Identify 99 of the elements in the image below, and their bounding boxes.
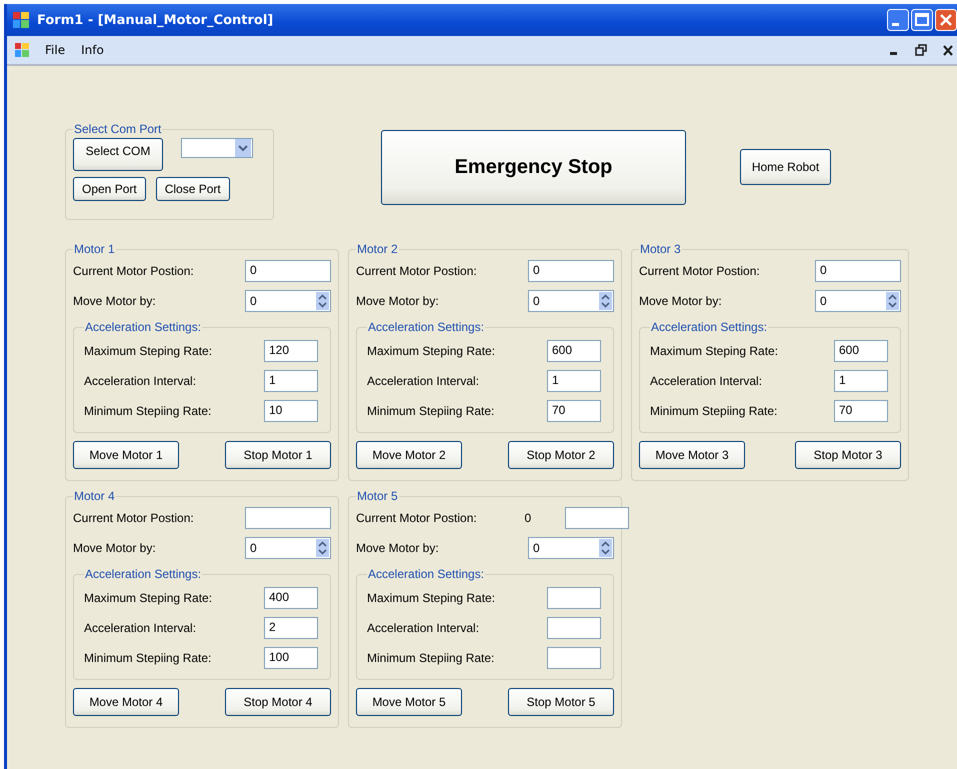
field-label: Minimum Stepiing Rate: [650, 404, 778, 418]
position-readout: 0 [524, 511, 532, 525]
group-title: Acceleration Settings: [367, 320, 486, 334]
move-motor-button[interactable]: Move Motor 1 [73, 441, 179, 469]
home-robot-button[interactable]: Home Robot [740, 149, 831, 185]
close-button[interactable] [935, 9, 957, 31]
input-field[interactable]: 0 [528, 260, 614, 282]
spinner-arrows-icon[interactable] [316, 292, 329, 310]
menu-item[interactable]: File [45, 43, 66, 57]
input-field[interactable] [547, 587, 601, 609]
input-field[interactable]: 10 [264, 400, 318, 422]
input-field[interactable] [245, 507, 331, 529]
group-title: Motor 5 [356, 489, 399, 503]
stop-motor-button[interactable]: Stop Motor 2 [508, 441, 614, 469]
input-field[interactable] [565, 507, 629, 529]
chevron-down-icon [235, 139, 251, 157]
field-label: Current Motor Postion: [639, 264, 760, 278]
move-motor-button[interactable]: Move Motor 2 [356, 441, 462, 469]
field-value: 0 [820, 294, 827, 308]
input-field[interactable]: 100 [264, 647, 318, 669]
field-label: Move Motor by: [639, 294, 722, 308]
input-field[interactable]: 2 [264, 617, 318, 639]
close-port-button[interactable]: Close Port [156, 177, 230, 201]
select-com-button[interactable]: Select COM [73, 138, 163, 171]
maximize-button[interactable] [911, 9, 933, 31]
spinner-arrows-icon[interactable] [599, 292, 612, 310]
input-field[interactable]: 120 [264, 340, 318, 362]
minimize-button[interactable] [887, 9, 909, 31]
field-value: 0 [250, 294, 257, 308]
stop-motor-button[interactable]: Stop Motor 5 [508, 688, 614, 716]
group-title: Motor 4 [73, 489, 116, 503]
group-title: Select Com Port [73, 122, 162, 136]
group-title: Acceleration Settings: [84, 320, 202, 334]
group-title: Motor 3 [639, 242, 682, 256]
move-motor-button[interactable]: Move Motor 3 [639, 441, 745, 469]
stop-motor-button[interactable]: Stop Motor 3 [795, 441, 901, 469]
group-title: Motor 2 [356, 242, 399, 256]
input-field[interactable]: 0 [245, 260, 331, 282]
field-label: Maximum Steping Rate: [367, 344, 496, 358]
emergency-stop-button[interactable]: Emergency Stop [381, 130, 686, 205]
input-field[interactable]: 70 [547, 400, 601, 422]
app-icon [13, 12, 29, 28]
menu-item[interactable]: Info [81, 43, 104, 57]
spinner-field[interactable]: 0 [815, 290, 901, 312]
field-label: Minimum Stepiing Rate: [84, 651, 212, 665]
port-dropdown[interactable] [181, 138, 253, 158]
input-field[interactable]: 70 [834, 400, 888, 422]
field-label: Minimum Stepiing Rate: [84, 404, 212, 418]
field-value: 0 [250, 541, 257, 555]
field-value: 0 [533, 294, 540, 308]
spinner-arrows-icon[interactable] [599, 539, 612, 557]
input-field[interactable]: 1 [547, 370, 601, 392]
field-label: Move Motor by: [73, 294, 156, 308]
input-field[interactable]: 1 [834, 370, 888, 392]
field-label: Minimum Stepiing Rate: [367, 651, 494, 665]
input-field[interactable]: 600 [834, 340, 888, 362]
stop-motor-button[interactable]: Stop Motor 1 [225, 441, 331, 469]
field-label: Maximum Steping Rate: [84, 591, 212, 605]
open-port-button[interactable]: Open Port [73, 177, 146, 201]
field-label: Acceleration Interval: [367, 374, 480, 388]
field-label: Move Motor by: [356, 294, 439, 308]
field-label: Move Motor by: [356, 541, 439, 555]
close-icon[interactable] [943, 44, 953, 56]
form-icon [15, 43, 29, 57]
spinner-field[interactable]: 0 [245, 537, 331, 559]
field-label: Move Motor by: [73, 541, 156, 555]
input-field[interactable] [547, 617, 601, 639]
move-motor-button[interactable]: Move Motor 4 [73, 688, 179, 716]
group-title: Acceleration Settings: [84, 567, 202, 581]
spinner-field[interactable]: 0 [245, 290, 331, 312]
stop-motor-button[interactable]: Stop Motor 4 [225, 688, 331, 716]
input-field[interactable]: 400 [264, 587, 318, 609]
spinner-arrows-icon[interactable] [886, 292, 899, 310]
input-field[interactable] [547, 647, 601, 669]
group-title: Acceleration Settings: [367, 567, 486, 581]
group-title: Motor 1 [73, 242, 116, 256]
restore-icon[interactable] [915, 44, 927, 56]
field-label: Maximum Steping Rate: [84, 344, 212, 358]
spinner-field[interactable]: 0 [528, 290, 614, 312]
input-field[interactable]: 600 [547, 340, 601, 362]
spinner-field[interactable]: 0 [528, 537, 614, 559]
move-motor-button[interactable]: Move Motor 5 [356, 688, 462, 716]
field-value: 0 [533, 541, 540, 555]
field-label: Acceleration Interval: [650, 374, 762, 388]
group-title: Acceleration Settings: [650, 320, 768, 334]
input-field[interactable]: 1 [264, 370, 318, 392]
field-label: Acceleration Interval: [367, 621, 480, 635]
spinner-arrows-icon[interactable] [316, 539, 329, 557]
field-label: Current Motor Postion: [73, 264, 194, 278]
field-label: Current Motor Postion: [356, 511, 477, 525]
field-label: Maximum Steping Rate: [650, 344, 778, 358]
field-label: Maximum Steping Rate: [367, 591, 496, 605]
field-label: Acceleration Interval: [84, 374, 196, 388]
field-label: Minimum Stepiing Rate: [367, 404, 494, 418]
window-title: Form1 - [Manual_Motor_Control] [37, 12, 274, 28]
field-label: Current Motor Postion: [73, 511, 194, 525]
field-label: Acceleration Interval: [84, 621, 196, 635]
field-label: Current Motor Postion: [356, 264, 477, 278]
input-field[interactable]: 0 [815, 260, 901, 282]
